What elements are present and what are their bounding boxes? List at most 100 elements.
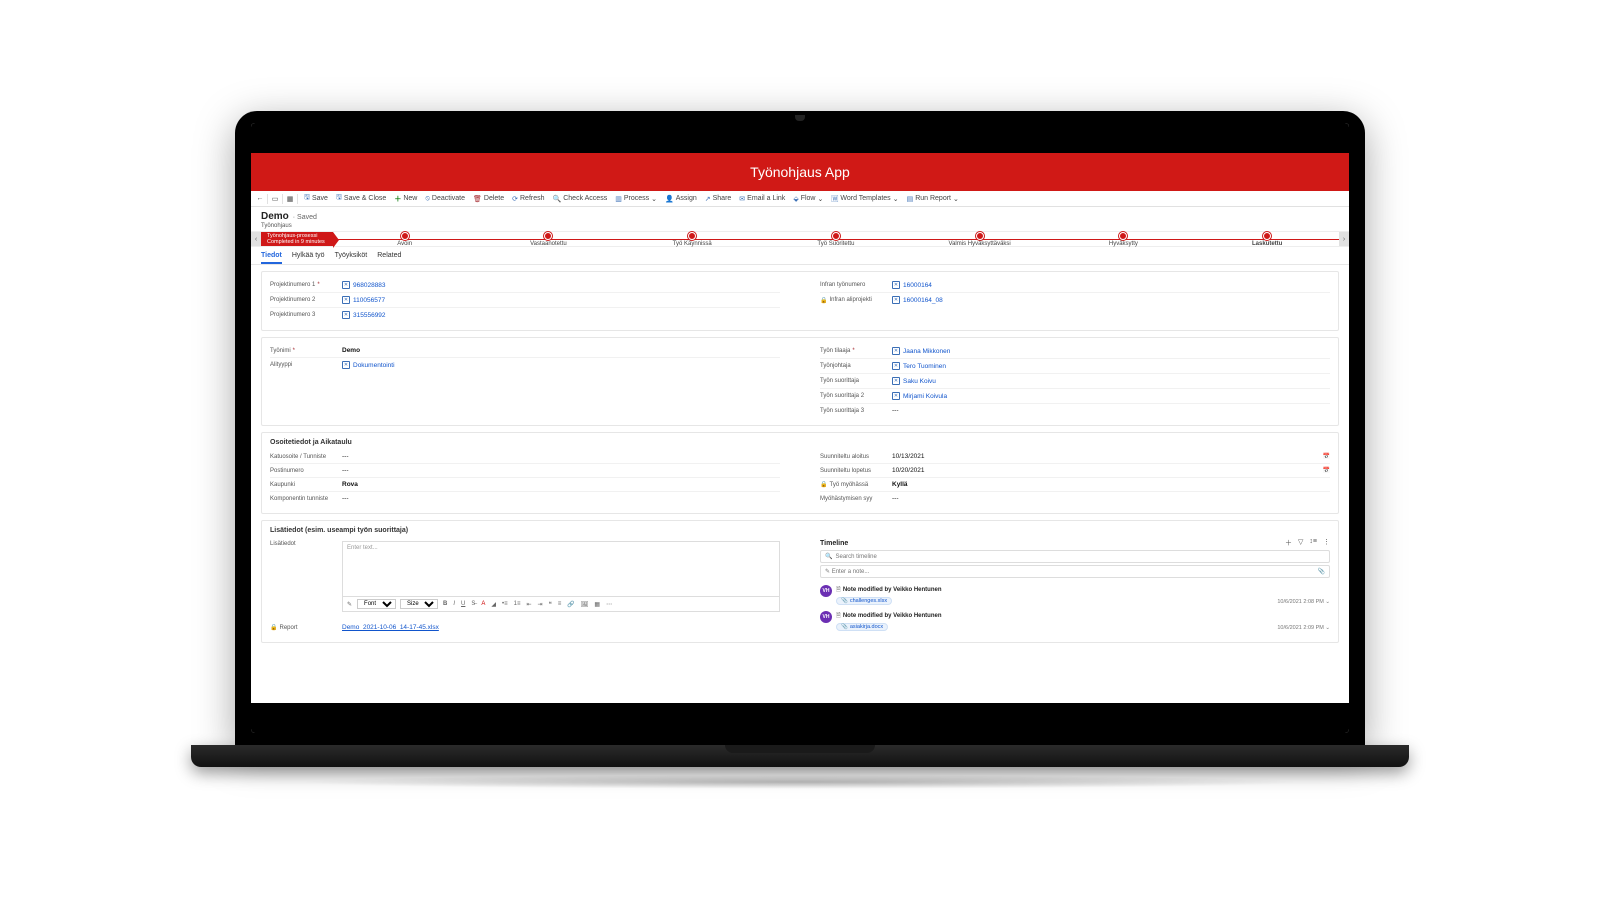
number-list-icon[interactable]: 1≡ [513, 601, 522, 607]
indent-icon[interactable]: ⇥ [537, 601, 544, 608]
tab-related[interactable]: Related [377, 250, 401, 264]
strike-icon[interactable]: S̶ [470, 601, 476, 607]
timeline-attachment[interactable]: 📎challenges.xlsx [836, 597, 892, 605]
bpf-stage[interactable]: Työ Suoritettu [764, 232, 908, 247]
record-entity: Työnohjaus [261, 223, 1339, 229]
highlight-icon[interactable]: ◢ [490, 601, 497, 608]
tab-hylkää-työ[interactable]: Hylkää työ [292, 250, 325, 264]
bpf-stage[interactable]: Vastaanotettu [477, 232, 621, 247]
lookup-suorittaja[interactable]: ✕Saku Koivu [892, 377, 936, 385]
calendar-icon[interactable]: 📅 [1323, 453, 1330, 460]
input-aloitus[interactable]: 10/13/2021📅 [892, 453, 1330, 460]
timeline-more-icon[interactable]: ⋮ [1323, 538, 1330, 548]
lookup-icon: ✕ [342, 296, 350, 304]
field-lopetus: Suunniteltu lopetus10/20/2021📅 [820, 464, 1330, 478]
bpf-collapse-left[interactable]: ‹ [251, 232, 261, 246]
new-button[interactable]: ＋New [390, 194, 421, 204]
chevron-down-icon[interactable]: ⌄ [1325, 599, 1330, 605]
align-left-icon[interactable]: ≡ [557, 601, 563, 607]
input-kaupunki[interactable]: Rova [342, 481, 780, 488]
timeline-add-icon[interactable]: ＋ [1285, 538, 1292, 548]
bold-icon[interactable]: B [442, 601, 448, 607]
tab-työyksiköt[interactable]: Työyksiköt [335, 250, 368, 264]
avatar: VH [820, 585, 832, 597]
timeline-attachment[interactable]: 📎asiakirja.docx [836, 623, 888, 631]
attach-icon[interactable]: 📎 [1318, 568, 1325, 575]
timeline-timestamp: 10/6/2021 2:08 PM ⌄ [1277, 599, 1330, 605]
field-komp: Komponentin tunniste--- [270, 492, 780, 505]
timeline-sort-icon[interactable]: ↕≡ [1309, 538, 1317, 548]
input-tyonimi[interactable]: Demo [342, 347, 780, 354]
tab-tiedot[interactable]: Tiedot [261, 250, 282, 264]
quote-icon[interactable]: ❝ [548, 601, 553, 608]
check-access-button[interactable]: 🔍Check Access [549, 195, 612, 203]
timeline-note-input[interactable]: ✎ Enter a note...📎 [820, 565, 1330, 578]
color-icon[interactable]: A [480, 601, 486, 607]
image-icon[interactable]: 🖼 [580, 601, 590, 608]
timeline-item[interactable]: VH🗎Note modified by Veikko Hentunen📎asia… [820, 608, 1330, 634]
calendar-icon[interactable]: 📅 [1323, 467, 1330, 474]
assign-button[interactable]: 👤Assign [661, 195, 701, 203]
timeline-item[interactable]: VH🗎Note modified by Veikko Hentunen📎chal… [820, 582, 1330, 608]
bpf-stage-label: Avoin [333, 241, 477, 247]
bpf-process-label[interactable]: Työnohjaus-prosessi Completed in 9 minut… [261, 232, 333, 246]
bpf-stage-dot [976, 232, 984, 240]
input-katu[interactable]: --- [342, 453, 780, 460]
share-button[interactable]: ↗Share [701, 195, 736, 203]
lookup-tilaaja[interactable]: ✕Jaana Mikkonen [892, 347, 950, 355]
email-link-button[interactable]: ✉Email a Link [735, 195, 789, 203]
lookup-infra[interactable]: ✕16000164 [892, 281, 932, 289]
outdent-icon[interactable]: ⇤ [526, 601, 533, 608]
link-icon[interactable]: 🔗 [566, 601, 575, 608]
report-file-link[interactable]: Demo_2021-10-06_14-17-45.xlsx [342, 624, 439, 631]
rte-clear-icon[interactable]: ✎ [346, 601, 353, 608]
save-button[interactable]: 🖫Save [300, 193, 332, 204]
lookup-suorittaja2[interactable]: ✕Mirjami Koivula [892, 392, 947, 400]
timeline-search[interactable]: 🔍Search timeline [820, 550, 1330, 563]
input-lopetus[interactable]: 10/20/2021📅 [892, 467, 1330, 474]
rte-size-select[interactable]: Size [400, 599, 438, 609]
bpf-stage[interactable]: Laskutettu [1195, 232, 1339, 247]
screen-bezel: Työnohjaus App ← ▭ ▦ 🖫Save 🖫Save & Close… [235, 111, 1365, 745]
lookup-proj3[interactable]: ✕315556992 [342, 311, 386, 319]
bpf-stage[interactable]: Hyväksytty [1052, 232, 1196, 247]
screen: Työnohjaus App ← ▭ ▦ 🖫Save 🖫Save & Close… [251, 123, 1349, 733]
bpf-stage[interactable]: Valmis Hyväksyttäväksi [908, 232, 1052, 247]
open-in-new-icon[interactable]: ▭ [270, 195, 280, 203]
bullet-list-icon[interactable]: •≡ [501, 601, 509, 607]
input-syy[interactable]: --- [892, 495, 1330, 502]
underline-icon[interactable]: U [460, 601, 466, 607]
table-icon[interactable]: ▦ [593, 601, 601, 608]
lookup-proj1[interactable]: ✕968028883 [342, 281, 386, 289]
record-header: Demo · Saved Työnohjaus [251, 207, 1349, 231]
bpf-stage[interactable]: Avoin [333, 232, 477, 247]
lookup-proj2[interactable]: ✕110056577 [342, 296, 385, 304]
more-icon[interactable]: ⋯ [605, 601, 613, 608]
deactivate-button[interactable]: ⦸Deactivate [421, 195, 469, 203]
save-close-button[interactable]: 🖫Save & Close [332, 193, 390, 204]
delete-button[interactable]: 🗑Delete [469, 195, 508, 203]
word-icon: 🅆 [831, 194, 838, 204]
input-komp[interactable]: --- [342, 495, 780, 502]
chevron-down-icon[interactable]: ⌄ [1325, 625, 1330, 631]
lookup-infra-sub[interactable]: ✕16000164_08 [892, 296, 943, 304]
word-templates-button[interactable]: 🅆Word Templates ⌄ [827, 194, 902, 204]
rte-font-select[interactable]: Font [357, 599, 396, 609]
run-report-button[interactable]: ▤Run Report ⌄ [903, 195, 963, 203]
bpf-stage[interactable]: Työ Käynnissä [620, 232, 764, 247]
lookup-alityyppi[interactable]: ✕Dokumentointi [342, 361, 395, 369]
input-suorittaja3[interactable]: --- [892, 407, 1330, 414]
italic-icon[interactable]: I [452, 601, 456, 607]
grid-icon[interactable]: ▦ [285, 195, 295, 203]
check-icon: 🔍 [553, 195, 562, 203]
refresh-button[interactable]: ⟳Refresh [508, 195, 548, 203]
input-posti[interactable]: --- [342, 467, 780, 474]
timeline-filter-icon[interactable]: ▽ [1298, 538, 1303, 548]
rich-text-editor[interactable]: Enter text... [342, 541, 780, 597]
process-button[interactable]: ▥Process ⌄ [611, 195, 661, 203]
lookup-johtaja[interactable]: ✕Tero Tuominen [892, 362, 946, 370]
bpf-collapse-right[interactable]: › [1339, 232, 1349, 246]
back-icon[interactable]: ← [255, 195, 265, 202]
lookup-icon: ✕ [892, 377, 900, 385]
flow-button[interactable]: ⬙Flow ⌄ [789, 195, 827, 203]
